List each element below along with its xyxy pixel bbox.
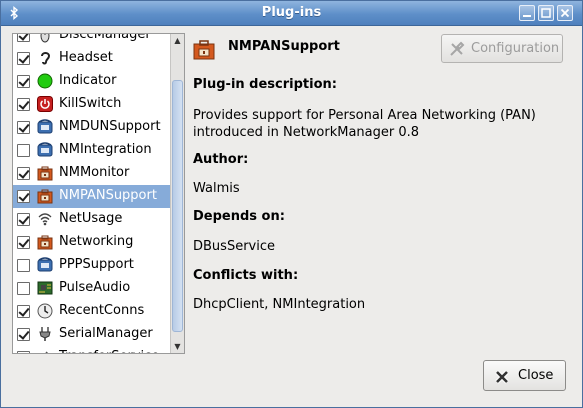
tools-icon xyxy=(449,41,465,57)
toolbox-icon xyxy=(37,234,53,250)
list-item-label: Networking xyxy=(59,234,134,249)
close-x-icon xyxy=(494,369,510,385)
enable-checkbox[interactable] xyxy=(17,121,30,134)
list-item-label: Headset xyxy=(59,50,113,65)
list-item[interactable]: Headset xyxy=(13,47,171,70)
enable-checkbox[interactable] xyxy=(17,305,30,318)
list-item-label: NetUsage xyxy=(59,211,123,226)
plugin-list-items: DisccManager Headset Indicator KillSwitch NM… xyxy=(13,33,171,353)
description-heading: Plug-in description: xyxy=(193,77,337,92)
list-item[interactable]: TransferService xyxy=(13,346,171,353)
enable-checkbox[interactable] xyxy=(17,167,30,180)
phone-icon xyxy=(37,142,53,158)
author-heading: Author: xyxy=(193,152,249,167)
enable-checkbox[interactable] xyxy=(17,213,30,226)
list-item[interactable]: NMPANSupport xyxy=(13,185,171,208)
enable-checkbox[interactable] xyxy=(17,98,30,111)
scroll-down-arrow-icon[interactable]: ▼ xyxy=(171,340,184,353)
green-dot-icon xyxy=(37,73,53,89)
list-item[interactable]: SerialManager xyxy=(13,323,171,346)
power-icon xyxy=(37,96,53,112)
minimize-icon xyxy=(523,15,531,17)
list-scrollbar[interactable]: ▲ ▼ xyxy=(170,34,184,353)
depends-text: DBusService xyxy=(193,239,275,254)
toolbox-icon xyxy=(37,165,53,181)
list-item-label: TransferService xyxy=(59,349,159,353)
list-item-label: NMMonitor xyxy=(59,165,130,180)
transfer-icon xyxy=(37,349,53,353)
list-item[interactable]: NMMonitor xyxy=(13,162,171,185)
minimize-button[interactable] xyxy=(519,5,535,21)
plugin-name: NMPANSupport xyxy=(228,39,340,54)
conflicts-text: DhcpClient, NMIntegration xyxy=(193,297,366,312)
enable-checkbox[interactable] xyxy=(17,282,30,295)
close-icon xyxy=(560,8,570,18)
configuration-button-label: Configuration xyxy=(471,41,560,56)
list-item-label: RecentConns xyxy=(59,303,145,318)
list-item-label: NMDUNSupport xyxy=(59,119,161,134)
conflicts-heading: Conflicts with: xyxy=(193,268,299,283)
list-item[interactable]: NetUsage xyxy=(13,208,171,231)
clock-icon xyxy=(37,303,53,319)
list-item[interactable]: RecentConns xyxy=(13,300,171,323)
list-item[interactable]: PulseAudio xyxy=(13,277,171,300)
depends-heading: Depends on: xyxy=(193,209,285,224)
list-item[interactable]: NMIntegration xyxy=(13,139,171,162)
enable-checkbox[interactable] xyxy=(17,236,30,249)
list-item-label: DisccManager xyxy=(59,33,151,42)
maximize-icon xyxy=(541,8,551,18)
enable-checkbox[interactable] xyxy=(17,351,30,353)
enable-checkbox[interactable] xyxy=(17,259,30,272)
configuration-button[interactable]: Configuration xyxy=(441,34,563,63)
list-item[interactable]: PPPSupport xyxy=(13,254,171,277)
window-title: Plug-ins xyxy=(261,5,322,20)
scroll-up-arrow-icon[interactable]: ▲ xyxy=(171,34,184,47)
close-button[interactable]: Close xyxy=(483,360,566,391)
list-item[interactable]: KillSwitch xyxy=(13,93,171,116)
phone-icon xyxy=(37,257,53,273)
ear-icon xyxy=(37,50,53,66)
enable-checkbox[interactable] xyxy=(17,75,30,88)
list-item-label: PulseAudio xyxy=(59,280,131,295)
list-item-label: PPPSupport xyxy=(59,257,134,272)
circuit-board-icon xyxy=(37,280,53,296)
enable-checkbox[interactable] xyxy=(17,52,30,65)
serial-plug-icon xyxy=(37,326,53,342)
list-item[interactable]: DisccManager xyxy=(13,33,171,47)
list-item-label: Indicator xyxy=(59,73,117,88)
list-item-label: NMPANSupport xyxy=(59,188,157,203)
list-item-label: KillSwitch xyxy=(59,96,122,111)
close-button-label: Close xyxy=(518,368,554,383)
description-text: Provides support for Personal Area Netwo… xyxy=(193,108,536,140)
toolbox-icon xyxy=(37,188,53,204)
maximize-button[interactable] xyxy=(538,5,554,21)
plugin-list[interactable]: DisccManager Headset Indicator KillSwitch NM… xyxy=(12,33,185,354)
plugin-details: NMPANSupport Configuration Plug-in descr… xyxy=(192,31,577,351)
toolbox-icon xyxy=(192,38,216,62)
enable-checkbox[interactable] xyxy=(17,328,30,341)
list-item[interactable]: NMDUNSupport xyxy=(13,116,171,139)
close-window-button[interactable] xyxy=(557,5,573,21)
list-item[interactable]: Indicator xyxy=(13,70,171,93)
mouse-icon xyxy=(37,34,53,43)
phone-icon xyxy=(37,119,53,135)
enable-checkbox[interactable] xyxy=(17,34,30,42)
enable-checkbox[interactable] xyxy=(17,144,30,157)
list-item-label: SerialManager xyxy=(59,326,153,341)
author-text: Walmis xyxy=(193,181,240,196)
list-item[interactable]: Networking xyxy=(13,231,171,254)
wifi-icon xyxy=(37,211,53,227)
list-item-label: NMIntegration xyxy=(59,142,152,157)
enable-checkbox[interactable] xyxy=(17,190,30,203)
plugins-window: Plug-ins DisccManager Headset Indicator Kil… xyxy=(0,0,583,408)
title-bar[interactable]: Plug-ins xyxy=(1,1,582,26)
scrollbar-thumb[interactable] xyxy=(172,80,183,332)
